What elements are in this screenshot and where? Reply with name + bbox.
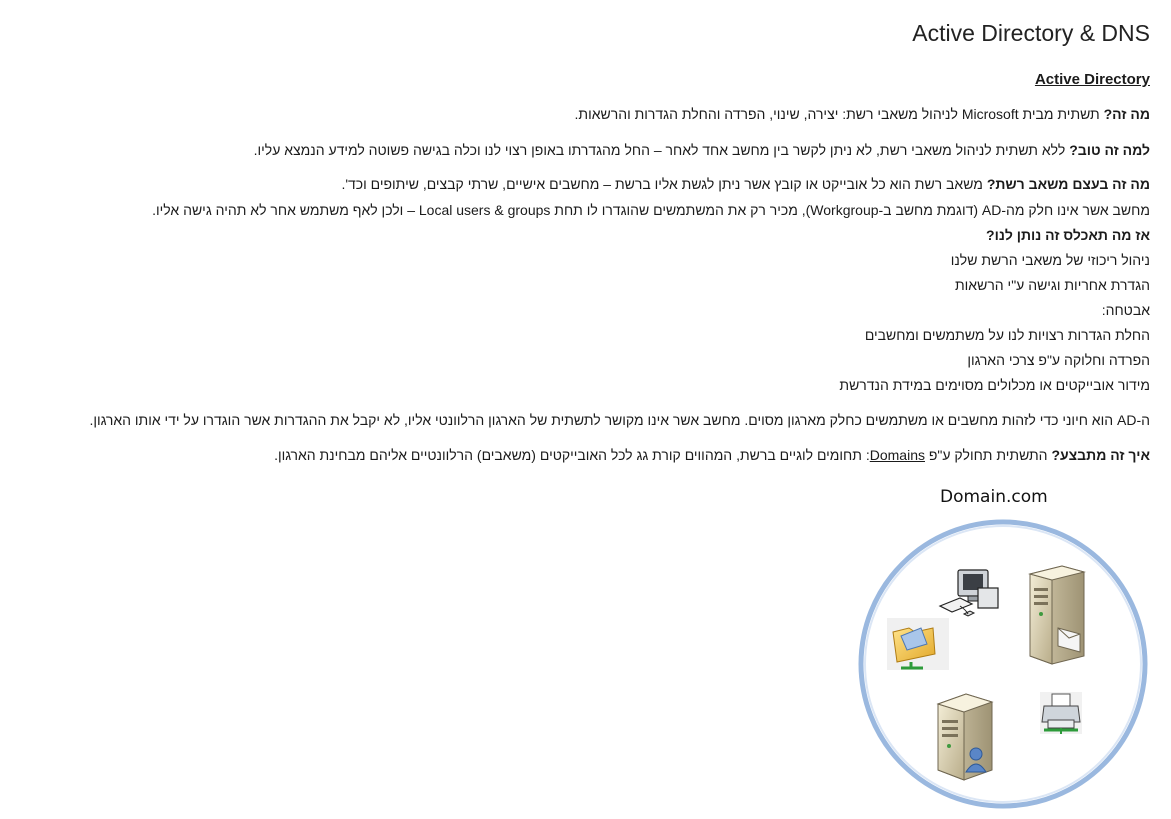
domain-circle-svg: [858, 519, 1148, 809]
why-good-text: ללא תשתית לניהול משאבי רשת, לא ניתן לקשר…: [253, 142, 1070, 158]
paragraph-what-is: מה זה? תשתית מבית Microsoft לניהול משאבי…: [575, 105, 1150, 123]
what-is-text: תשתית מבית Microsoft לניהול משאבי רשת: י…: [574, 106, 1104, 122]
benefit-item: החלת הגדרות רצויות לנו על משתמשים ומחשבי…: [864, 327, 1150, 343]
benefit-item: ניהול ריכוזי של משאבי הרשת שלנו: [950, 252, 1150, 268]
how-label: איך זה מתבצע?: [1051, 447, 1150, 463]
file-server-icon: [1028, 565, 1086, 665]
paragraph-resource: מה זה בעצם משאב רשת? משאב רשת הוא כל אוב…: [341, 175, 1150, 193]
page-title: Active Directory & DNS: [912, 20, 1150, 46]
resource-label: מה זה בעצם משאב רשת?: [986, 176, 1150, 192]
benefits-heading: אז מה תאכלס זה נותן לנו?: [986, 226, 1150, 244]
benefit-item: הגדרת אחריות וגישה ע"י הרשאות: [955, 277, 1150, 293]
domain-diagram: Domain.com: [852, 484, 1155, 814]
paragraph-why-good: למה זה טוב? ללא תשתית לניהול משאבי רשת, …: [254, 141, 1150, 159]
how-text-before: התשתית תחולק ע"פ: [924, 447, 1052, 463]
benefit-item: הפרדה וחלוקה ע"פ צרכי הארגון: [967, 352, 1150, 368]
user-server-icon: [936, 693, 994, 781]
document-page: Active Directory & DNS Active Directory …: [0, 0, 1171, 819]
benefit-item: אבטחה:: [1101, 302, 1150, 318]
benefit-item: מידור אובייקטים או מכלולים מסוימים במידת…: [839, 377, 1150, 393]
paragraph-workgroup: מחשב אשר אינו חלק מה-AD (דוגמת מחשב ב-Wo…: [152, 202, 1150, 218]
section-heading: Active Directory: [1034, 71, 1150, 88]
why-good-label: למה זה טוב?: [1069, 142, 1150, 158]
resource-text: משאב רשת הוא כל אובייקט או קובץ אשר ניתן…: [341, 176, 987, 192]
shared-folder-icon: [887, 618, 949, 670]
domains-link: Domains: [869, 447, 925, 463]
benefits-label: אז מה תאכלס זה נותן לנו?: [986, 227, 1150, 243]
paragraph-how: איך זה מתבצע? התשתית תחולק ע"פ Domains: …: [274, 446, 1150, 464]
printer-icon: [1040, 692, 1082, 734]
how-text-after: : תחומים לוגיים ברשת, המהווים קורת גג לכ…: [274, 447, 870, 463]
what-is-label: מה זה?: [1103, 106, 1150, 122]
paragraph-ad-required: ה-AD הוא חיוני כדי לזהות מחשבים או משתמש…: [89, 412, 1150, 428]
